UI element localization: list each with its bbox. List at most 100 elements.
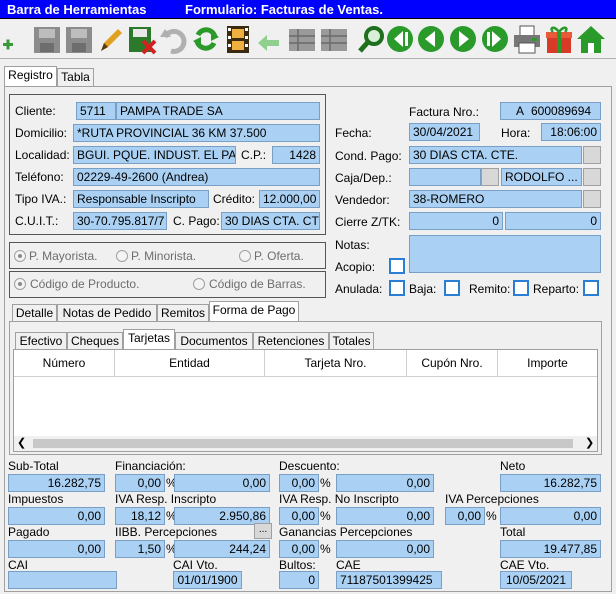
bultos-field[interactable]: 0: [279, 571, 319, 589]
edit-icon[interactable]: [96, 23, 126, 55]
impuestos-field[interactable]: 0,00: [8, 507, 105, 525]
total-field[interactable]: 19.477,85: [500, 540, 601, 558]
iibb-more-button[interactable]: ...: [254, 523, 272, 539]
tab-cheques[interactable]: Cheques: [67, 332, 123, 350]
tab-remitos[interactable]: Remitos: [157, 304, 209, 322]
total-label: Total: [500, 525, 526, 539]
tab-totales[interactable]: Totales: [329, 332, 374, 350]
cpago-field[interactable]: 30 DIAS CTA. CTE: [221, 212, 320, 230]
home-icon[interactable]: [576, 23, 606, 55]
reparto-checkbox[interactable]: [583, 280, 599, 296]
anulada-checkbox[interactable]: [389, 280, 405, 296]
baja-checkbox[interactable]: [444, 280, 460, 296]
cierre-b-field[interactable]: 0: [505, 212, 601, 230]
delete-icon[interactable]: [127, 23, 157, 55]
cae-field[interactable]: 71187501399425: [336, 571, 442, 589]
hora-field[interactable]: 18:06:00: [541, 123, 601, 141]
financiacion-field[interactable]: 0,00: [174, 474, 270, 492]
cliente-name-field[interactable]: PAMPA TRADE SA: [116, 102, 320, 120]
deposito-dropdown[interactable]: [583, 168, 601, 186]
localidad-field[interactable]: BGUI. PQUE. INDUST. EL PA: [73, 146, 236, 164]
cai-vto-field[interactable]: 01/01/1900: [173, 571, 242, 589]
iva-rni-field[interactable]: 0,00: [336, 507, 434, 525]
add-icon[interactable]: [0, 23, 30, 55]
save-icon[interactable]: [32, 23, 62, 55]
iva-rni-pct-field[interactable]: 0,00: [279, 507, 319, 525]
last-icon[interactable]: [480, 23, 510, 55]
col-tarjeta-nro[interactable]: Tarjeta Nro.: [265, 350, 407, 376]
grid-icon[interactable]: [287, 23, 317, 55]
credito-field[interactable]: 12.000,00: [259, 190, 320, 208]
col-numero[interactable]: Número: [14, 350, 115, 376]
tab-forma-pago[interactable]: Forma de Pago: [209, 301, 299, 321]
caja-dropdown[interactable]: [481, 168, 499, 186]
vendedor-dropdown[interactable]: [583, 190, 601, 208]
cp-field[interactable]: 1428: [272, 146, 320, 164]
cae-vto-field[interactable]: 10/05/2021: [500, 571, 572, 589]
telefono-field[interactable]: 02229-49-2600 (Andrea): [73, 168, 320, 186]
radio-mayorista[interactable]: [14, 250, 26, 262]
notas-field[interactable]: [409, 235, 601, 273]
ganancias-field[interactable]: 0,00: [336, 540, 434, 558]
radio-codigo-producto[interactable]: [14, 278, 26, 290]
vendedor-field[interactable]: 38-ROMERO: [409, 190, 582, 208]
tab-notas-pedido[interactable]: Notas de Pedido: [57, 304, 157, 322]
tab-tarjetas[interactable]: Tarjetas: [123, 329, 175, 349]
save-as-icon[interactable]: [64, 23, 94, 55]
scroll-left-icon[interactable]: ❮: [17, 437, 26, 450]
factura-nro-field[interactable]: A 600089694: [500, 102, 601, 120]
print-icon[interactable]: [512, 23, 542, 55]
tab-efectivo[interactable]: Efectivo: [15, 332, 67, 350]
scroll-right-icon[interactable]: ❯: [585, 437, 594, 450]
iibb-pct-field[interactable]: 1,50: [115, 540, 165, 558]
ganancias-pct-field[interactable]: 0,00: [279, 540, 319, 558]
undo-icon[interactable]: [159, 23, 189, 55]
refresh-icon[interactable]: [191, 23, 221, 55]
neto-field[interactable]: 16.282,75: [500, 474, 601, 492]
tab-tabla[interactable]: Tabla: [57, 68, 94, 86]
gift-icon[interactable]: [544, 23, 574, 55]
horizontal-scrollbar[interactable]: ❮ ❯: [14, 436, 597, 451]
cai-field[interactable]: [8, 571, 117, 589]
acopio-checkbox[interactable]: [389, 258, 405, 274]
cliente-code-field[interactable]: 5711: [76, 102, 116, 120]
iva-perc-pct-field[interactable]: 0,00: [445, 507, 485, 525]
return-icon[interactable]: [255, 23, 285, 55]
tipo-iva-field[interactable]: Responsable Inscripto: [73, 190, 209, 208]
cards-grid[interactable]: Número Entidad Tarjeta Nro. Cupón Nro. I…: [14, 350, 597, 436]
descuento-field[interactable]: 0,00: [336, 474, 434, 492]
pagado-field[interactable]: 0,00: [8, 540, 105, 558]
remito-checkbox[interactable]: [513, 280, 529, 296]
fecha-field[interactable]: 30/04/2021: [409, 123, 480, 141]
col-cupon-nro[interactable]: Cupón Nro.: [407, 350, 498, 376]
next-icon[interactable]: [448, 23, 478, 55]
scroll-thumb[interactable]: [33, 439, 573, 448]
radio-codigo-barras[interactable]: [193, 278, 205, 290]
iva-ri-pct-field[interactable]: 18,12: [115, 507, 165, 525]
descuento-pct-field[interactable]: 0,00: [279, 474, 319, 492]
cierre-a-field[interactable]: 0: [409, 212, 503, 230]
caja-field[interactable]: [409, 168, 481, 186]
deposito-field[interactable]: RODOLFO ...: [501, 168, 582, 186]
col-importe[interactable]: Importe: [498, 350, 597, 376]
cuit-field[interactable]: 30-70.795.817/7: [73, 212, 167, 230]
iva-perc-field[interactable]: 0,00: [500, 507, 601, 525]
financiacion-pct-field[interactable]: 0,00: [115, 474, 165, 492]
film-icon[interactable]: [223, 23, 253, 55]
tab-detalle[interactable]: Detalle: [12, 304, 57, 322]
cond-pago-dropdown[interactable]: [583, 146, 601, 164]
domicilio-field[interactable]: *RUTA PROVINCIAL 36 KM 37.500: [73, 124, 320, 142]
cond-pago-field[interactable]: 30 DIAS CTA. CTE.: [409, 146, 582, 164]
previous-icon[interactable]: [416, 23, 446, 55]
tab-retenciones[interactable]: Retenciones: [253, 332, 329, 350]
subtotal-field[interactable]: 16.282,75: [8, 474, 105, 492]
col-entidad[interactable]: Entidad: [115, 350, 265, 376]
grid-icon[interactable]: [319, 23, 349, 55]
iibb-field[interactable]: 244,24: [174, 540, 270, 558]
first-icon[interactable]: [385, 23, 415, 55]
radio-oferta[interactable]: [239, 250, 251, 262]
search-icon[interactable]: [357, 23, 387, 55]
tab-documentos[interactable]: Documentos: [175, 332, 253, 350]
tab-registro[interactable]: Registro: [4, 66, 57, 86]
radio-minorista[interactable]: [116, 250, 128, 262]
